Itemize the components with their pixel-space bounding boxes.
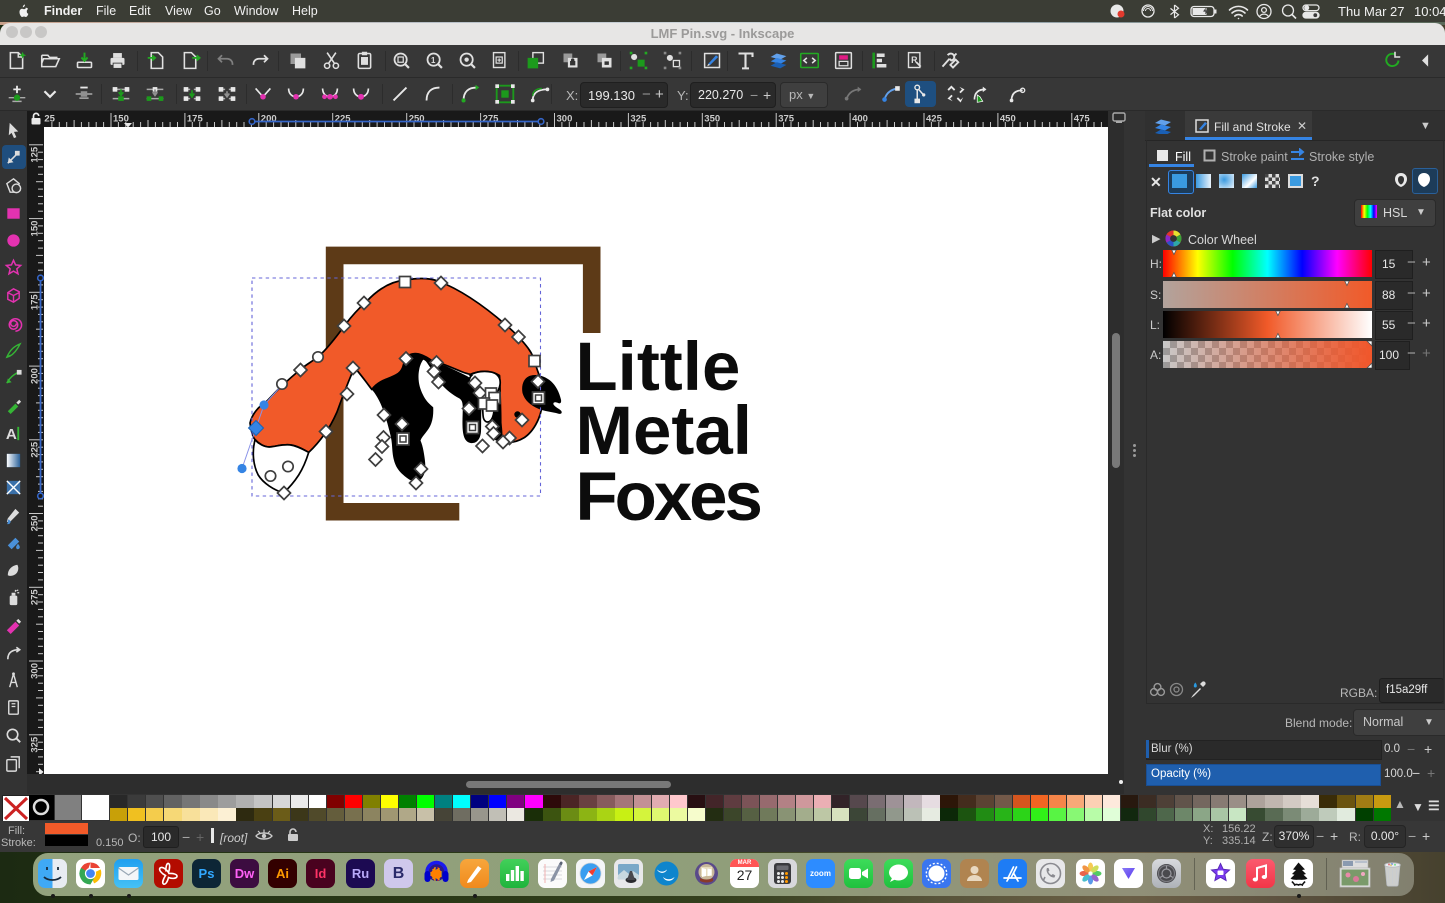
- svg-text:A: A: [6, 426, 17, 443]
- svg-text:Foxes: Foxes: [576, 458, 761, 535]
- svg-text:1: 1: [431, 56, 436, 65]
